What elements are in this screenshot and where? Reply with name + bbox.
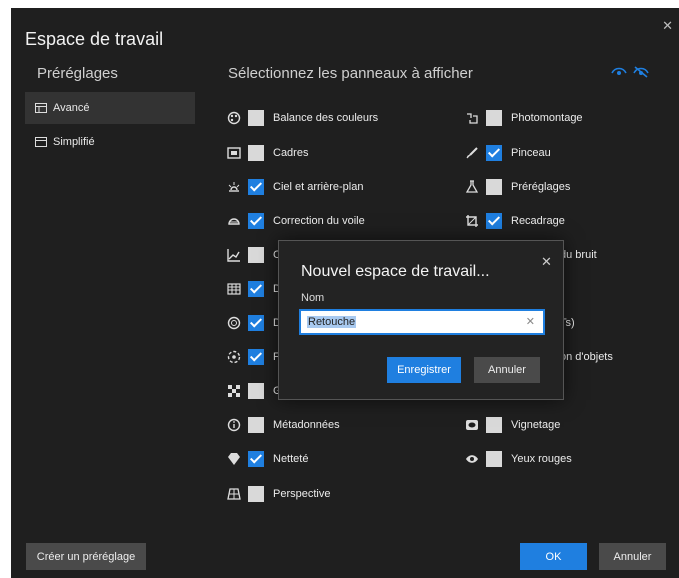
create-preset-button[interactable]: Créer un préréglage (26, 543, 146, 570)
sky-icon (227, 180, 241, 194)
panel-item-curves[interactable]: C (227, 246, 281, 264)
panel-item-color-balance[interactable]: Balance des couleurs (227, 109, 378, 127)
panel-item-noise-partial[interactable]: du bruit (560, 246, 597, 264)
panel-label: Recadrage (511, 215, 565, 227)
checkbox[interactable] (248, 451, 264, 467)
panel-item-sky[interactable]: Ciel et arrière-plan (227, 178, 363, 196)
flask-icon (465, 180, 479, 194)
panel-item-focus[interactable]: F (227, 348, 280, 366)
new-workspace-modal: Nouvel espace de travail... ✕ Nom Retouc… (278, 240, 564, 400)
panel-label: Photomontage (511, 112, 583, 124)
checkbox[interactable] (486, 417, 502, 433)
dialog-close-button[interactable]: ✕ (662, 18, 673, 34)
crop-icon (465, 214, 479, 228)
preset-label: Avancé (53, 102, 90, 114)
panel-item-metadata[interactable]: Métadonnées (227, 416, 340, 434)
panel-label: Ciel et arrière-plan (273, 181, 364, 193)
checkbox[interactable] (248, 145, 264, 161)
checkbox[interactable] (486, 451, 502, 467)
ok-button[interactable]: OK (520, 543, 587, 570)
panel-item-sharpness[interactable]: Netteté (227, 450, 308, 468)
brush-icon (465, 146, 479, 160)
panel-item-perspective[interactable]: Perspective (227, 485, 330, 503)
checkbox[interactable] (248, 417, 264, 433)
checkbox[interactable] (486, 213, 502, 229)
checkbox[interactable] (248, 383, 264, 399)
panel-item-photomontage[interactable]: Photomontage (465, 109, 583, 127)
panel-label: Correction du voile (273, 215, 365, 227)
preset-advanced[interactable]: Avancé (25, 92, 195, 124)
panel-item-brush[interactable]: Pinceau (465, 144, 551, 162)
panel-label: Préréglages (511, 181, 571, 193)
checkbox[interactable] (248, 179, 264, 195)
advanced-layout-icon (35, 103, 47, 113)
info-icon (227, 418, 241, 432)
modal-title: Nouvel espace de travail... (301, 263, 490, 280)
focus-icon (227, 350, 241, 364)
name-input-value: Retouche (307, 316, 357, 328)
panel-item-circle[interactable]: D (227, 314, 281, 332)
panel-label: Perspective (273, 488, 331, 500)
panel-item-crop[interactable]: Recadrage (465, 212, 565, 230)
checkbox[interactable] (486, 179, 502, 195)
panel-item-details[interactable]: D (227, 280, 281, 298)
presets-list: Avancé Simplifié (25, 92, 195, 162)
checkbox[interactable] (248, 281, 264, 297)
panel-item-objects-partial[interactable]: on d'objets (560, 348, 613, 366)
checkbox[interactable] (486, 110, 502, 126)
clear-input-icon[interactable]: ✕ (526, 315, 535, 328)
panel-label: du bruit (560, 249, 597, 261)
color-balance-icon (227, 111, 241, 125)
checkbox[interactable] (248, 486, 264, 502)
checkbox[interactable] (248, 213, 264, 229)
checkbox[interactable] (248, 349, 264, 365)
name-input[interactable]: Retouche ✕ (299, 309, 545, 335)
cancel-button[interactable]: Annuler (599, 543, 666, 570)
show-all-eye-icon[interactable] (611, 66, 627, 78)
checkbox[interactable] (248, 110, 264, 126)
panel-label: Pinceau (511, 147, 551, 159)
panel-item-grain[interactable]: G (227, 382, 282, 400)
panel-label: Vignetage (511, 419, 561, 431)
panel-item-haze[interactable]: Correction du voile (227, 212, 365, 230)
red-eye-icon (465, 452, 479, 466)
panel-item-frames[interactable]: Cadres (227, 144, 308, 162)
name-label: Nom (301, 292, 325, 304)
preset-simplified[interactable]: Simplifié (25, 126, 195, 158)
panel-item-red-eye[interactable]: Yeux rouges (465, 450, 572, 468)
curves-icon (227, 248, 241, 262)
panel-label: Métadonnées (273, 419, 340, 431)
haze-icon (227, 214, 241, 228)
presets-heading: Préréglages (37, 65, 118, 82)
sharpen-icon (227, 452, 241, 466)
hide-all-eye-icon[interactable] (633, 66, 649, 78)
checkbox[interactable] (248, 315, 264, 331)
panels-heading: Sélectionnez les panneaux à afficher (228, 65, 473, 82)
preset-label: Simplifié (53, 136, 95, 148)
grain-icon (227, 384, 241, 398)
modal-cancel-button[interactable]: Annuler (474, 357, 540, 383)
vignette-icon (465, 418, 479, 432)
frames-icon (227, 146, 241, 160)
checkbox[interactable] (248, 247, 264, 263)
details-icon (227, 282, 241, 296)
panel-label: Yeux rouges (511, 453, 572, 465)
panel-item-vignette[interactable]: Vignetage (465, 416, 560, 434)
checkbox[interactable] (486, 145, 502, 161)
panel-label: Netteté (273, 453, 309, 465)
photomontage-icon (465, 111, 479, 125)
panel-label: Balance des couleurs (273, 112, 379, 124)
panel-item-presets[interactable]: Préréglages (465, 178, 570, 196)
visibility-toggles (611, 66, 649, 78)
panel-label: on d'objets (560, 351, 613, 363)
save-button[interactable]: Enregistrer (387, 357, 461, 383)
modal-close-button[interactable]: ✕ (541, 254, 552, 270)
panel-label: Cadres (273, 147, 309, 159)
perspective-icon (227, 487, 241, 501)
circle-dot-icon (227, 316, 241, 330)
dialog-title: Espace de travail (25, 29, 164, 49)
simple-layout-icon (35, 137, 47, 147)
